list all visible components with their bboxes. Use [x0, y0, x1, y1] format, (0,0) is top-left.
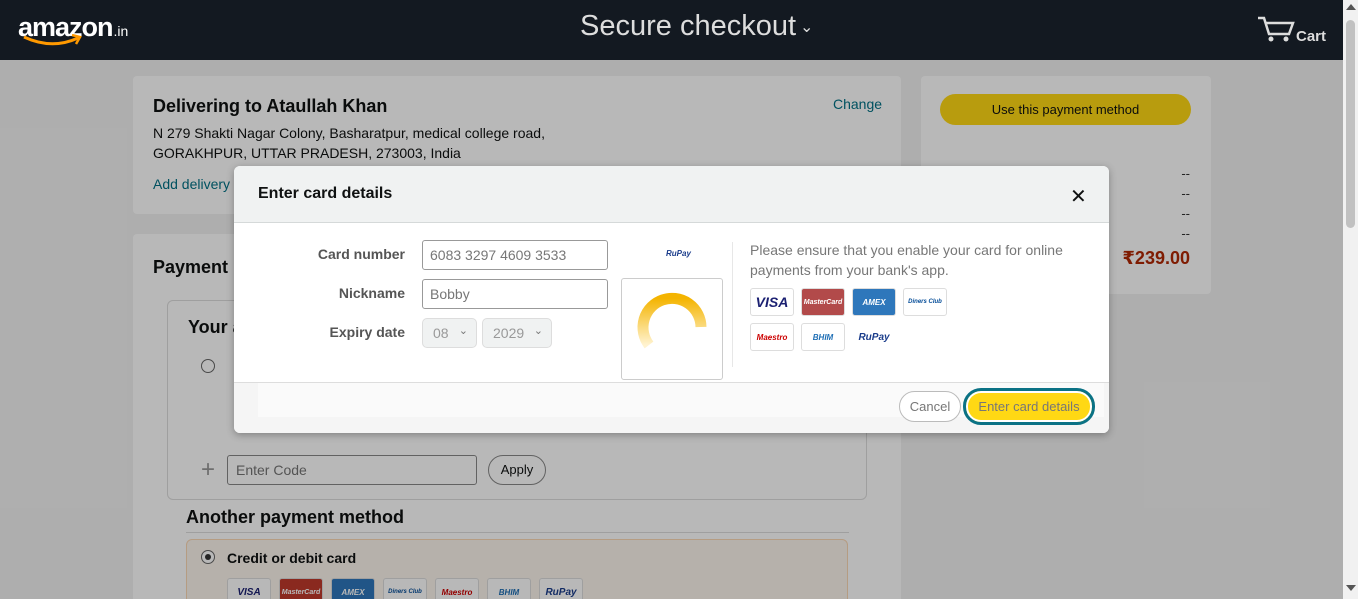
card-number-label: Card number — [317, 246, 405, 262]
cart-icon — [1258, 16, 1295, 42]
loading-spinner-icon — [637, 292, 707, 349]
nickname-label: Nickname — [338, 285, 405, 301]
cart-link[interactable]: Cart — [1256, 14, 1326, 49]
vertical-divider — [732, 242, 733, 367]
card-details-modal: Enter card details ✕ Card number Nicknam… — [234, 166, 1109, 433]
modal-header: Enter card details ✕ — [234, 166, 1109, 223]
logo-tld: .in — [113, 23, 129, 39]
bank-enable-notice: Please ensure that you enable your card … — [750, 242, 1063, 278]
amex-icon: AMEX — [852, 288, 896, 316]
accepted-cards-logos: VISA MasterCard AMEX Diners Club Maestro… — [750, 288, 960, 351]
cart-label: Cart — [1296, 28, 1327, 45]
mastercard-icon: MasterCard — [801, 288, 845, 316]
scroll-up-icon[interactable] — [1346, 4, 1356, 10]
checkout-title-text: Secure checkout — [580, 10, 797, 42]
bhim-icon: BHIM — [801, 323, 845, 351]
expiry-year-select[interactable]: 2029 ⌄ — [482, 318, 552, 348]
chevron-down-icon: ⌄ — [533, 325, 543, 337]
rupay-icon: RuPay — [852, 323, 896, 351]
detected-network-logo: RuPay — [666, 249, 691, 258]
page-scrollbar[interactable] — [1343, 0, 1358, 599]
top-header: amazon.in Secure checkout ⌄ Cart — [0, 0, 1343, 60]
scroll-thumb[interactable] — [1346, 20, 1355, 228]
scroll-down-icon[interactable] — [1346, 585, 1356, 591]
enter-card-details-button[interactable]: Enter card details — [963, 388, 1095, 425]
visa-icon: VISA — [750, 288, 794, 316]
maestro-icon: Maestro — [750, 323, 794, 351]
modal-footer: Cancel Enter card details — [234, 382, 1109, 433]
close-icon[interactable]: ✕ — [1070, 184, 1087, 209]
expiry-year-value: 2029 — [493, 325, 525, 341]
chevron-down-icon: ⌄ — [800, 19, 814, 37]
card-number-input[interactable] — [422, 240, 608, 270]
expiry-month-value: 08 — [433, 325, 449, 341]
secure-checkout-title[interactable]: Secure checkout ⌄ — [580, 10, 813, 43]
logo-smile-icon — [23, 34, 82, 46]
expiry-month-select[interactable]: 08 ⌄ — [422, 318, 477, 348]
nickname-input[interactable] — [422, 279, 608, 309]
diners-club-icon: Diners Club — [903, 288, 947, 316]
expiry-date-label: Expiry date — [329, 324, 405, 340]
loading-spinner-box — [621, 278, 723, 380]
modal-title: Enter card details — [258, 185, 393, 202]
cancel-button[interactable]: Cancel — [899, 391, 961, 422]
chevron-down-icon: ⌄ — [458, 325, 468, 337]
